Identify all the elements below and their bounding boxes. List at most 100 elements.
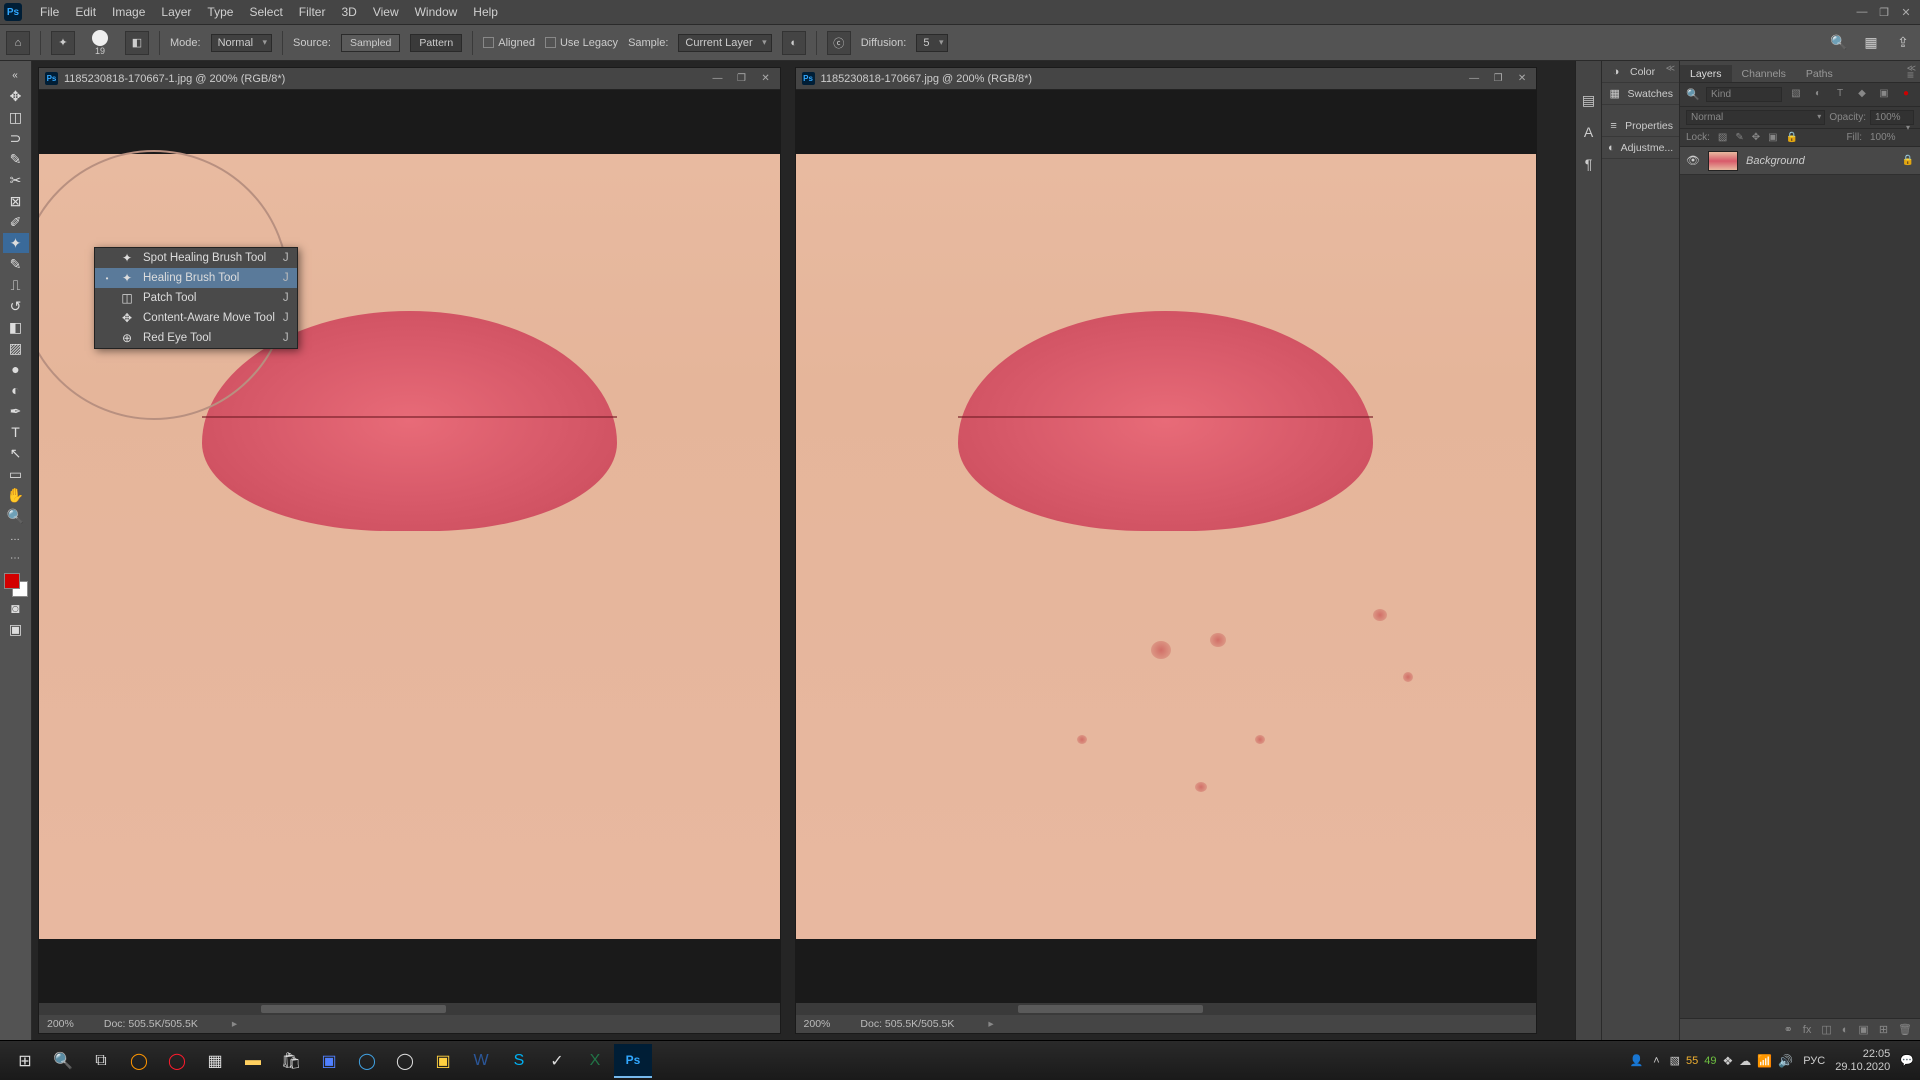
layer-lock-icon[interactable]: 🔒 [1902,155,1914,166]
flyout-content-aware-move[interactable]: ✥ Content-Aware Move Tool J [95,308,297,328]
hscroll-2[interactable] [796,1003,1537,1015]
clock[interactable]: 22:05 29.10.2020 [1835,1048,1890,1072]
filter-smart-icon[interactable]: ▣ [1876,88,1892,102]
photoshop-taskbar-icon[interactable]: Ps [614,1044,652,1078]
hscroll-1[interactable] [39,1003,780,1015]
move-tool[interactable]: ✥ [3,86,29,106]
adjustment-layer-icon[interactable]: ◐ [1842,1024,1849,1036]
lasso-tool[interactable]: ⊃ [3,128,29,148]
aligned-checkbox[interactable]: Aligned [483,37,535,49]
tab-paths[interactable]: Paths [1796,65,1843,82]
document-tab-1[interactable]: Ps 1185230818-170667-1.jpg @ 200% (RGB/8… [39,68,780,90]
chrome-icon[interactable]: ◯ [386,1044,424,1078]
wifi-icon[interactable]: 📶 [1757,1054,1772,1068]
layer-thumbnail[interactable] [1708,151,1738,171]
share-icon[interactable]: ⇪ [1892,32,1914,54]
calculator-icon[interactable]: ▦ [196,1044,234,1078]
filter-pixel-icon[interactable]: ▧ [1788,88,1804,102]
people-icon[interactable]: 👤 [1629,1054,1643,1067]
collapse-arrows-icon[interactable]: ≪ [1907,63,1916,74]
layer-name[interactable]: Background [1746,155,1805,167]
canvas-1[interactable] [39,90,780,1003]
menu-file[interactable]: File [32,1,67,23]
search-button[interactable]: 🔍 [44,1044,82,1078]
mode-dropdown[interactable]: Normal [211,34,272,52]
menu-image[interactable]: Image [104,1,153,23]
lock-position-icon[interactable]: ✥ [1752,132,1760,143]
lock-all-icon[interactable]: 🔒 [1786,132,1798,143]
layer-mask-icon[interactable]: ◫ [1821,1023,1831,1036]
search-icon[interactable]: 🔍 [1686,88,1700,101]
type-tool[interactable]: T [3,422,29,442]
blend-mode-dropdown[interactable]: Normal [1686,110,1825,125]
new-layer-icon[interactable]: ⊞ [1879,1023,1888,1036]
swatches-panel-button[interactable]: ▦Swatches [1602,83,1679,105]
menu-filter[interactable]: Filter [291,1,334,23]
ignore-adjustment-button[interactable]: ◐ [782,31,806,55]
gpu-icon[interactable]: ▧ [1670,1054,1680,1067]
lock-pixels-icon[interactable]: ✎ [1735,132,1743,143]
app-icon-3[interactable]: ✓ [538,1044,576,1078]
start-button[interactable]: ⊞ [6,1044,44,1078]
menu-type[interactable]: Type [199,1,241,23]
pressure-size-button[interactable]: ◧ [125,31,149,55]
paragraph-panel-icon[interactable]: ¶ [1580,155,1598,173]
menu-window[interactable]: Window [407,1,466,23]
opera-icon[interactable]: ◯ [158,1044,196,1078]
source-pattern-button[interactable]: Pattern [410,34,462,52]
layer-style-icon[interactable]: fx [1803,1024,1812,1036]
app-icon-1[interactable]: ▣ [310,1044,348,1078]
blur-tool[interactable]: ● [3,359,29,379]
edit-toolbar[interactable]: … [3,527,29,547]
legacy-checkbox[interactable]: Use Legacy [545,37,618,49]
more-tools[interactable]: ⋯ [3,548,29,568]
brush-preview[interactable]: 19 [85,30,115,56]
workspace-icon[interactable]: ▦ [1860,32,1882,54]
frame-tool[interactable]: ⊠ [3,191,29,211]
window-minimize-button[interactable]: — [1852,3,1872,21]
menu-select[interactable]: Select [241,1,290,23]
color-swatch[interactable] [4,573,28,597]
history-panel-icon[interactable]: ▤ [1580,91,1598,109]
group-icon[interactable]: ▣ [1858,1023,1868,1036]
tab-layers[interactable]: Layers [1680,65,1732,82]
sample-dropdown[interactable]: Current Layer [678,34,771,52]
hand-tool[interactable]: ✋ [3,485,29,505]
flyout-patch[interactable]: ◫ Patch Tool J [95,288,297,308]
window-close-button[interactable]: ✕ [1896,3,1916,21]
filter-shape-icon[interactable]: ◆ [1854,88,1870,102]
crop-tool[interactable]: ✂ [3,170,29,190]
language-indicator[interactable]: РУС [1803,1055,1825,1067]
pen-tool[interactable]: ✒ [3,401,29,421]
tab-channels[interactable]: Channels [1732,65,1796,82]
marquee-tool[interactable]: ◫ [3,107,29,127]
task-view-button[interactable]: ⧉ [82,1044,120,1078]
window-restore-button[interactable]: ❐ [1874,3,1894,21]
doc-restore-1[interactable]: ❐ [734,73,750,84]
filter-adjustment-icon[interactable]: ◐ [1810,88,1826,102]
word-icon[interactable]: W [462,1044,500,1078]
lock-artboard-icon[interactable]: ▣ [1768,132,1777,143]
flyout-healing-brush[interactable]: • ✦ Healing Brush Tool J [95,268,297,288]
doc-close-2[interactable]: ✕ [1514,73,1530,84]
onedrive-icon[interactable]: ☁ [1739,1054,1751,1068]
home-button[interactable]: ⌂ [6,31,30,55]
tool-collapse-icon[interactable]: « [3,65,29,85]
menu-view[interactable]: View [365,1,407,23]
app-icon-2[interactable]: ▣ [424,1044,462,1078]
layer-visibility-icon[interactable]: 👁 [1686,154,1700,167]
search-icon[interactable]: 🔍 [1828,32,1850,54]
edge-icon[interactable]: ◯ [348,1044,386,1078]
healing-brush-tool[interactable]: ✦ [3,233,29,253]
doc-minimize-2[interactable]: — [1466,73,1482,84]
adjustments-panel-button[interactable]: ◐Adjustme... [1602,137,1679,159]
pressure-opacity-button[interactable]: ⓒ [827,31,851,55]
explorer-icon[interactable]: ▬ [234,1044,272,1078]
skype-icon[interactable]: S [500,1044,538,1078]
quick-select-tool[interactable]: ✎ [3,149,29,169]
menu-help[interactable]: Help [465,1,506,23]
link-layers-icon[interactable]: ⚭ [1784,1023,1793,1036]
shape-tool[interactable]: ▭ [3,464,29,484]
history-brush-tool[interactable]: ↺ [3,296,29,316]
status-arrow-icon[interactable]: ▸ [988,1018,993,1030]
